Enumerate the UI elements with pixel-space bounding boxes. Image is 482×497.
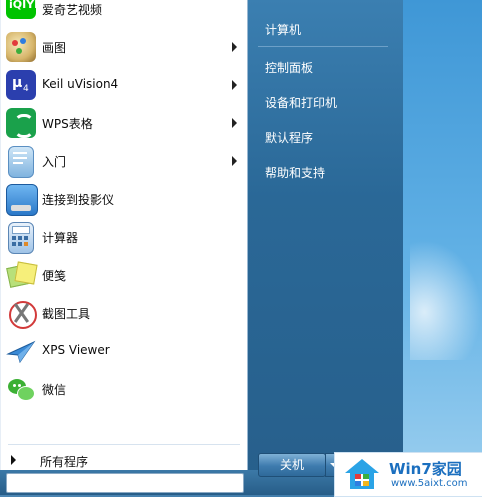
program-item-projector[interactable]: 连接到投影仪 xyxy=(0,181,246,217)
iqiyi-logo-text: iQIYI xyxy=(9,0,39,11)
watermark-url: www.5aixt.com xyxy=(391,478,468,489)
program-item-wps[interactable]: WPS表格 xyxy=(0,105,246,141)
watermark-title: Win7家园 xyxy=(389,460,462,478)
desktop-background xyxy=(402,0,482,495)
sticky-notes-icon xyxy=(6,260,38,290)
program-label: XPS Viewer xyxy=(42,343,110,357)
program-label: Keil uVision4 xyxy=(42,77,119,91)
program-label: 截图工具 xyxy=(42,307,91,321)
calculator-icon xyxy=(8,222,34,254)
submenu-arrow-icon xyxy=(232,42,237,52)
program-item-iqiyi[interactable]: iQIYI 爱奇艺视频 xyxy=(0,0,246,25)
xps-viewer-icon xyxy=(6,336,36,366)
keil-icon: μ 4 xyxy=(6,70,36,100)
submenu-arrow-icon xyxy=(232,80,237,90)
desktop-glow xyxy=(410,240,482,360)
all-programs-label: 所有程序 xyxy=(40,455,89,469)
submenu-arrow-icon xyxy=(232,156,237,166)
program-item-keil[interactable]: μ 4 Keil uVision4 xyxy=(0,67,246,103)
program-label: 入门 xyxy=(42,155,67,169)
house-icon xyxy=(345,459,379,489)
iqiyi-icon: iQIYI xyxy=(6,0,39,19)
program-label: 爱奇艺视频 xyxy=(42,3,103,17)
paint-icon xyxy=(6,32,36,62)
wechat-icon xyxy=(6,374,36,404)
program-item-calculator[interactable]: 计算器 xyxy=(0,219,246,255)
link-help-support[interactable]: 帮助和支持 xyxy=(265,164,325,181)
wps-sheets-icon xyxy=(6,108,36,138)
program-item-paint[interactable]: 画图 xyxy=(0,29,246,65)
program-item-sticky-notes[interactable]: 便笺 xyxy=(0,257,246,293)
link-default-programs[interactable]: 默认程序 xyxy=(265,129,313,146)
snipping-tool-icon xyxy=(6,298,37,329)
getting-started-icon xyxy=(8,146,34,178)
program-label: 计算器 xyxy=(42,231,79,245)
watermark-logo: Win7家园 www.5aixt.com xyxy=(334,452,482,497)
programs-divider xyxy=(8,444,240,445)
program-label: 微信 xyxy=(42,383,67,397)
program-item-xps-viewer[interactable]: XPS Viewer xyxy=(0,333,246,369)
link-devices-printers[interactable]: 设备和打印机 xyxy=(265,94,337,111)
right-divider xyxy=(258,46,388,47)
projector-icon xyxy=(6,184,38,216)
program-label: 连接到投影仪 xyxy=(42,193,115,207)
program-label: 画图 xyxy=(42,41,67,55)
link-control-panel[interactable]: 控制面板 xyxy=(265,59,313,76)
shutdown-button[interactable]: 关机 xyxy=(258,453,326,477)
all-programs-button[interactable]: 所有程序 xyxy=(0,451,246,469)
program-item-getting-started[interactable]: 入门 xyxy=(0,143,246,179)
program-label: WPS表格 xyxy=(42,117,93,131)
link-computer[interactable]: 计算机 xyxy=(265,21,301,38)
search-input[interactable] xyxy=(6,473,244,493)
start-menu-right-panel: 计算机 控制面板 设备和打印机 默认程序 帮助和支持 xyxy=(247,0,403,495)
program-label: 便笺 xyxy=(42,269,67,283)
all-programs-arrow-icon xyxy=(11,455,16,465)
submenu-arrow-icon xyxy=(232,118,237,128)
program-item-snipping-tool[interactable]: 截图工具 xyxy=(0,295,246,331)
program-item-wechat[interactable]: 微信 xyxy=(0,371,246,407)
start-menu-left-panel: iQIYI 爱奇艺视频 画图 μ 4 Keil uVision4 WPS表格 入… xyxy=(0,0,248,470)
